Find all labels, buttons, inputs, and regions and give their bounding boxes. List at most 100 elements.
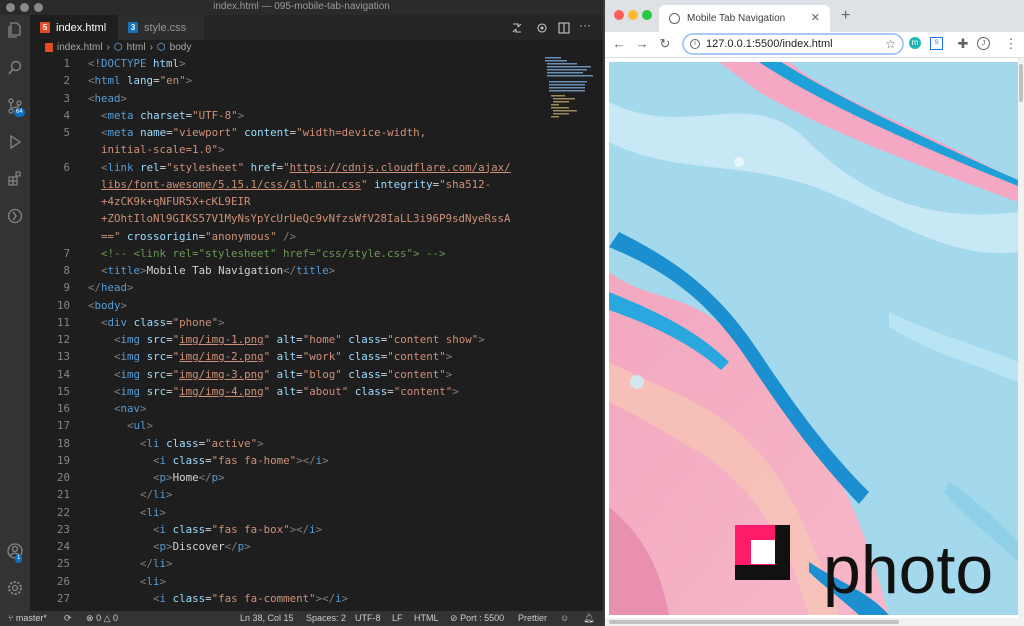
editor-tab-bar: 5 index.html 3 style.css ··· bbox=[30, 15, 603, 40]
code-line[interactable]: <li class="active"> bbox=[88, 437, 264, 450]
code-line[interactable]: libs/font-awesome/5.15.1/css/all.min.css… bbox=[88, 178, 491, 191]
line-number: 22 bbox=[56, 505, 70, 519]
settings-gear-icon[interactable] bbox=[5, 579, 25, 599]
line-ending[interactable]: LF bbox=[392, 613, 403, 623]
back-arrow-icon[interactable]: ← bbox=[611, 36, 627, 52]
minimap[interactable] bbox=[541, 55, 596, 135]
code-line[interactable]: initial-scale=1.0"> bbox=[88, 143, 225, 156]
breadcrumb: index.html › ⬡ html › ⬡ body bbox=[30, 40, 603, 55]
line-number: 8 bbox=[63, 264, 70, 277]
code-line[interactable]: <img src="img/img-1.png" alt="home" clas… bbox=[88, 333, 485, 346]
remote-explorer-icon[interactable] bbox=[5, 207, 25, 227]
code-line[interactable]: <i class="fas fa-comment"></i> bbox=[88, 592, 348, 605]
live-server-port[interactable]: ⊘ Port : 5500 bbox=[450, 613, 504, 624]
code-line[interactable]: <p>Discover</p> bbox=[88, 540, 251, 553]
zoom-window-button[interactable] bbox=[642, 10, 652, 20]
code-line[interactable]: <li> bbox=[88, 506, 166, 519]
language-mode[interactable]: HTML bbox=[414, 613, 439, 623]
profile-avatar[interactable]: J bbox=[977, 37, 990, 50]
extensions-puzzle-icon[interactable]: ✚ bbox=[955, 36, 971, 52]
branch-indicator[interactable]: ⑂ master* bbox=[8, 613, 47, 623]
indentation[interactable]: Spaces: 2 bbox=[306, 613, 346, 623]
new-tab-icon[interactable]: + bbox=[841, 7, 850, 25]
problems-indicator[interactable]: ⊗ 0 △ 0 bbox=[86, 613, 118, 624]
run-debug-icon[interactable] bbox=[5, 133, 25, 153]
code-line[interactable]: <img src="img/img-2.png" alt="work" clas… bbox=[88, 350, 452, 363]
vertical-scrollbar[interactable] bbox=[1018, 58, 1024, 618]
code-line[interactable]: <!DOCTYPE html> bbox=[88, 57, 186, 70]
bookmark-star-icon[interactable]: ☆ bbox=[885, 37, 896, 51]
code-line[interactable]: <img src="img/img-3.png" alt="blog" clas… bbox=[88, 368, 452, 381]
breadcrumb-body[interactable]: body bbox=[170, 42, 192, 53]
chevron-right-icon: › bbox=[106, 42, 110, 53]
sync-icon[interactable]: ⟳ bbox=[64, 613, 72, 624]
code-line[interactable]: <meta name="viewport" content="width=dev… bbox=[88, 126, 426, 139]
split-editor-icon[interactable] bbox=[558, 21, 570, 34]
code-line[interactable]: +4zCK9k+qNFUR5X+cKL9EIR bbox=[88, 195, 251, 208]
encoding[interactable]: UTF-8 bbox=[355, 613, 381, 623]
extension-box-icon[interactable]: S bbox=[930, 37, 943, 50]
search-icon[interactable] bbox=[5, 59, 25, 79]
code-line[interactable]: </li> bbox=[88, 557, 173, 570]
line-number: 25 bbox=[56, 557, 70, 571]
scrollbar-thumb[interactable] bbox=[609, 620, 899, 624]
code-line[interactable]: <ul> bbox=[88, 419, 153, 432]
code-line[interactable]: <!-- <link rel="stylesheet" href="css/st… bbox=[88, 247, 446, 260]
code-line[interactable]: </li> bbox=[88, 488, 173, 501]
accounts-icon[interactable]: 1 bbox=[5, 542, 25, 563]
line-number: 6 bbox=[63, 160, 70, 174]
code-line[interactable]: <li> bbox=[88, 575, 166, 588]
browser-menu-icon[interactable]: ⋮ bbox=[1003, 36, 1019, 52]
code-line[interactable]: +ZOhtIloNl9GIKS57V1MyNsYpYcUrUeQc9vNfzsW… bbox=[88, 212, 511, 225]
extension-m-icon[interactable]: m bbox=[909, 37, 921, 49]
notifications-bell-icon[interactable]: 🔔︎ bbox=[583, 613, 594, 624]
extensions-icon[interactable] bbox=[5, 170, 25, 190]
line-number: 13 bbox=[56, 350, 70, 364]
line-number: 15 bbox=[56, 384, 70, 398]
preview-icon[interactable] bbox=[536, 21, 548, 33]
code-line[interactable]: </head> bbox=[88, 281, 134, 294]
close-window-button[interactable] bbox=[614, 10, 624, 20]
tab-index-html[interactable]: 5 index.html bbox=[30, 15, 118, 40]
code-line[interactable]: <html lang="en"> bbox=[88, 74, 192, 87]
close-tab-icon[interactable]: ✕ bbox=[811, 11, 820, 24]
tab-label: style.css bbox=[144, 21, 187, 34]
code-line[interactable]: ==" crossorigin="anonymous" /> bbox=[88, 230, 296, 243]
code-line[interactable]: <body> bbox=[88, 299, 127, 312]
explorer-icon[interactable] bbox=[5, 21, 25, 41]
line-number: 19 bbox=[56, 453, 70, 467]
breadcrumb-html[interactable]: html bbox=[127, 42, 146, 53]
photo-logo-text: photo bbox=[823, 532, 993, 608]
scrollbar-thumb[interactable] bbox=[1019, 64, 1023, 102]
more-actions-icon[interactable]: ··· bbox=[579, 18, 591, 32]
page-viewport[interactable]: photo bbox=[609, 62, 1018, 615]
reload-icon[interactable]: ↻ bbox=[657, 36, 673, 52]
open-changes-icon[interactable] bbox=[511, 21, 523, 33]
horizontal-scrollbar[interactable] bbox=[605, 618, 1024, 626]
code-line[interactable]: <head> bbox=[88, 92, 127, 105]
prettier-formatter[interactable]: Prettier bbox=[518, 613, 547, 623]
site-info-icon[interactable]: i bbox=[690, 39, 700, 49]
code-line[interactable]: <i class="fas fa-box"></i> bbox=[88, 523, 322, 536]
browser-tab[interactable]: Mobile Tab Navigation ✕ bbox=[659, 5, 830, 32]
line-number: 11 bbox=[56, 315, 70, 329]
code-line[interactable]: <p>Home</p> bbox=[88, 471, 225, 484]
cursor-position[interactable]: Ln 38, Col 15 bbox=[240, 613, 294, 623]
tab-style-css[interactable]: 3 style.css bbox=[118, 15, 204, 40]
code-line[interactable]: <title>Mobile Tab Navigation</title> bbox=[88, 264, 335, 277]
code-line[interactable]: <img src="img/img-4.png" alt="about" cla… bbox=[88, 385, 459, 398]
line-number: 17 bbox=[56, 419, 70, 433]
code-line[interactable]: <link rel="stylesheet" href="https://cdn… bbox=[88, 161, 511, 174]
accounts-badge: 1 bbox=[15, 554, 23, 563]
code-line[interactable]: <meta charset="UTF-8"> bbox=[88, 109, 244, 122]
breadcrumb-file[interactable]: index.html bbox=[57, 42, 103, 53]
minimize-window-button[interactable] bbox=[628, 10, 638, 20]
forward-arrow-icon[interactable]: → bbox=[634, 36, 650, 52]
source-control-icon[interactable]: 64 bbox=[5, 97, 25, 117]
code-line[interactable]: <i class="fas fa-home"></i> bbox=[88, 454, 329, 467]
code-line[interactable]: <nav> bbox=[88, 402, 147, 415]
code-editor[interactable]: 1 <!DOCTYPE html> 2 <html lang="en"> 3 <head>… bbox=[30, 55, 593, 611]
code-line[interactable]: <div class="phone"> bbox=[88, 316, 225, 329]
address-bar[interactable]: i 127.0.0.1:5500/index.html ☆ bbox=[682, 33, 904, 55]
feedback-icon[interactable]: ☺ bbox=[560, 613, 569, 623]
